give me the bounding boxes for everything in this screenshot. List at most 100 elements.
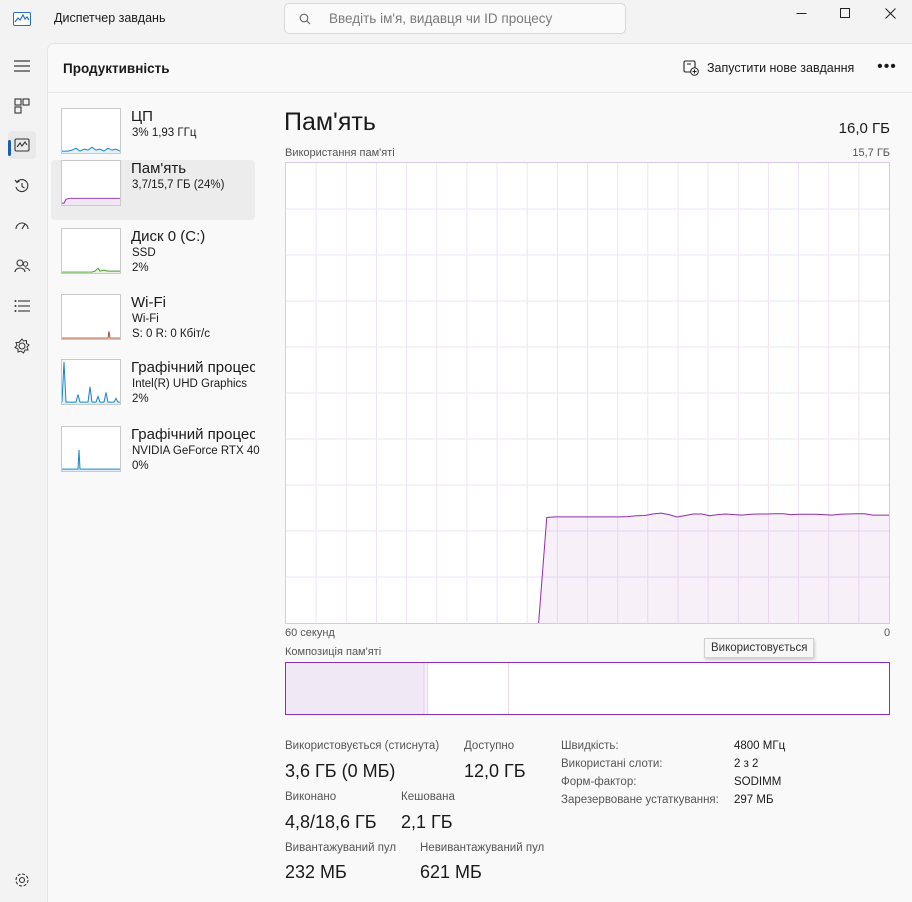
sparkline <box>62 267 120 273</box>
composition-label: Композиція пам'яті <box>285 646 382 658</box>
cached-value: 2,1 ГБ <box>401 812 453 832</box>
window-title: Диспетчер завдань <box>54 11 166 25</box>
page-title: Продуктивність <box>63 61 170 76</box>
usage-chart-svg <box>286 163 889 624</box>
total-memory: 16,0 ГБ <box>838 120 890 137</box>
available-value: 12,0 ГБ <box>464 761 526 781</box>
more-icon: ••• <box>877 58 897 75</box>
perf-item-wifi[interactable]: Wi-Fi Wi-Fi S: 0 R: 0 Кбіт/с <box>51 294 255 354</box>
spec-value-reserved: 297 МБ <box>734 794 774 806</box>
nav-settings[interactable] <box>8 866 36 894</box>
perf-item-detail: Wi-Fi <box>132 313 159 325</box>
sparkline <box>62 361 120 404</box>
search-input[interactable] <box>329 4 619 33</box>
spec-value-speed: 4800 МГц <box>734 740 786 752</box>
paged-pool-label: Вивантажуваний пул <box>285 842 397 854</box>
processes-icon <box>14 98 30 114</box>
header-divider <box>48 92 912 93</box>
perf-item-name: Графічний процесор 0 <box>131 359 255 376</box>
perf-item-memory[interactable]: Пам'ять 3,7/15,7 ГБ (24%) <box>51 160 255 220</box>
more-options-button[interactable]: ••• <box>876 58 898 78</box>
perf-item-detail: SSD <box>132 247 156 259</box>
x-axis-left-label: 60 секунд <box>285 627 335 639</box>
nav-details[interactable] <box>8 292 36 320</box>
run-task-icon <box>683 60 699 76</box>
minimize-button[interactable] <box>778 0 824 26</box>
search-icon <box>299 13 311 25</box>
perf-item-detail: NVIDIA GeForce RTX 4070 <box>132 445 260 457</box>
composition-svg <box>286 663 889 714</box>
spec-value-slots: 2 з 2 <box>734 758 759 770</box>
composition-free[interactable] <box>508 663 889 714</box>
perf-item-gpu-0[interactable]: Графічний процесор 0 Intel(R) UHD Graphic… <box>51 359 255 419</box>
composition-standby[interactable] <box>428 663 509 714</box>
tooltip: Використовується <box>704 638 815 658</box>
startup-apps-icon <box>15 222 29 230</box>
perf-thumbnail <box>61 426 121 472</box>
nonpaged-pool-label: Невивантажуваний пул <box>420 842 545 854</box>
run-task-label: Запустити нове завдання <box>707 61 855 75</box>
sparkline <box>62 449 120 471</box>
perf-thumbnail <box>61 294 121 340</box>
usage-chart-max: 15,7 ГБ <box>852 147 890 159</box>
perf-item-cpu[interactable]: ЦП 3% 1,93 ГГц <box>51 108 255 168</box>
perf-item-name: Пам'ять <box>131 160 187 177</box>
perf-item-detail-2: S: 0 R: 0 Кбіт/с <box>132 328 210 340</box>
perf-thumbnail <box>61 108 121 154</box>
nav-app-history[interactable] <box>8 172 36 200</box>
app-history-icon <box>14 179 29 193</box>
perf-thumbnail <box>61 160 121 206</box>
spec-label-speed: Швидкість: <box>561 740 619 752</box>
perf-thumbnail <box>61 359 121 405</box>
spec-label-form-factor: Форм-фактор: <box>561 776 637 788</box>
composition-in-use[interactable] <box>286 663 425 714</box>
details-icon <box>14 300 30 312</box>
sparkline <box>62 197 120 205</box>
nav-menu-button[interactable] <box>8 52 36 80</box>
users-icon <box>14 259 30 273</box>
settings-icon <box>15 873 29 887</box>
paged-pool-value: 232 МБ <box>285 862 347 882</box>
perf-item-detail-2: 0% <box>132 460 149 472</box>
in-use-label: Використовується (стиснута) <box>285 740 440 752</box>
close-button[interactable] <box>867 0 912 26</box>
sparkline <box>62 331 120 339</box>
sparkline <box>62 146 120 153</box>
perf-item-name: Диск 0 (C:) <box>131 228 206 245</box>
maximize-icon <box>839 7 850 18</box>
x-axis-right-label: 0 <box>884 627 891 639</box>
perf-item-disk-0[interactable]: Диск 0 (C:) SSD 2% <box>51 228 255 288</box>
composition-modified[interactable] <box>424 663 429 714</box>
maximize-button[interactable] <box>822 0 868 26</box>
search-box[interactable] <box>284 3 626 34</box>
cached-label: Кешована <box>401 791 455 803</box>
perf-item-detail: Intel(R) UHD Graphics <box>132 378 248 390</box>
nav-performance[interactable] <box>8 131 36 159</box>
in-use-value: 3,6 ГБ (0 МБ) <box>285 761 396 781</box>
close-icon <box>884 7 896 19</box>
task-manager-app-icon <box>13 12 31 26</box>
spec-label-reserved: Зарезервоване устаткування: <box>561 794 719 806</box>
perf-item-gpu-1[interactable]: Графічний процесор 1 NVIDIA GeForce RTX 4… <box>51 426 260 486</box>
perf-item-detail-2: 2% <box>132 393 149 405</box>
perf-item-name: ЦП <box>131 108 153 125</box>
main-title: Пам'ять <box>284 108 376 136</box>
perf-item-detail: 3,7/15,7 ГБ (24%) <box>132 179 225 191</box>
nonpaged-pool-value: 621 МБ <box>420 862 482 882</box>
usage-chart-label: Використання пам'яті <box>285 147 395 159</box>
nav-processes[interactable] <box>8 92 36 120</box>
nav-startup-apps[interactable] <box>8 212 36 240</box>
nav-services[interactable] <box>8 332 36 360</box>
nav-users[interactable] <box>8 252 36 280</box>
active-indicator <box>8 140 11 156</box>
services-icon <box>14 338 30 354</box>
minimize-icon <box>796 12 806 14</box>
spec-label-slots: Використані слоти: <box>561 758 663 770</box>
hamburger-icon <box>14 60 30 72</box>
title-bar: Диспетчер завдань <box>0 0 912 40</box>
spec-value-form-factor: SODIMM <box>734 776 782 788</box>
run-new-task-button[interactable]: Запустити нове завдання <box>683 58 854 78</box>
perf-item-name: Графічний процесор 1 <box>131 426 255 443</box>
usage-area <box>538 513 889 623</box>
committed-value: 4,8/18,6 ГБ <box>285 812 377 832</box>
